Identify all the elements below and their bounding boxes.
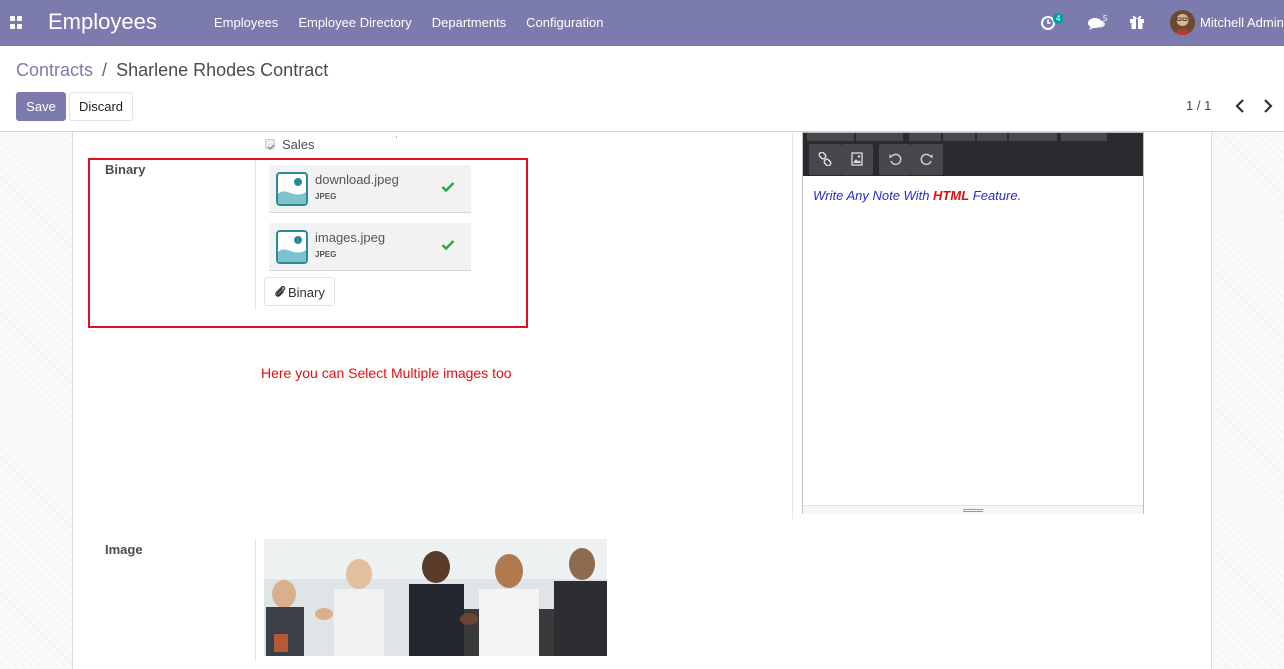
field-separator <box>255 539 256 661</box>
insert-image-button[interactable] <box>841 144 873 175</box>
activity-count-badge: 4 <box>1053 13 1064 24</box>
toolbar-button-partial[interactable] <box>909 133 941 141</box>
menu-item-configuration[interactable]: Configuration <box>516 15 613 30</box>
image-field-preview[interactable] <box>264 539 607 656</box>
toolbar-button-partial[interactable] <box>977 133 1007 141</box>
breadcrumb: Contracts / Sharlene Rhodes Contract <box>16 60 328 81</box>
clipped-field-remnant: , <box>395 132 398 140</box>
user-name[interactable]: Mitchell Admin <box>1200 15 1284 30</box>
apps-menu-icon[interactable] <box>10 16 23 29</box>
editor-note-text[interactable]: Write Any Note With HTML Feature. <box>813 188 1021 203</box>
redo-button[interactable] <box>911 144 943 175</box>
meeting-photo-image <box>264 539 607 656</box>
redo-icon <box>920 153 933 166</box>
form-view-content[interactable]: , Sales Binary download.jpeg JPEG images… <box>0 132 1284 669</box>
save-button[interactable]: Save <box>16 92 66 121</box>
toolbar-button-partial[interactable] <box>856 133 903 141</box>
control-panel: Contracts / Sharlene Rhodes Contract Sav… <box>0 46 1284 132</box>
checkmark-icon <box>267 144 275 150</box>
form-sheet: , Sales Binary download.jpeg JPEG images… <box>72 132 1212 669</box>
breadcrumb-current: Sharlene Rhodes Contract <box>116 60 329 80</box>
toolbar-button-partial[interactable] <box>1061 133 1107 141</box>
gift-icon[interactable] <box>1129 13 1145 31</box>
image-field-label: Image <box>105 542 143 557</box>
menu-item-employees[interactable]: Employees <box>204 15 288 30</box>
breadcrumb-separator: / <box>102 60 108 80</box>
undo-icon <box>889 153 902 166</box>
insert-link-button[interactable] <box>809 144 841 175</box>
note-text-before: Write Any Note With <box>813 188 934 203</box>
top-navbar: Employees Employees Employee Directory D… <box>0 0 1284 46</box>
pager-value[interactable]: 1 / 1 <box>1186 98 1211 113</box>
user-avatar-image <box>1170 10 1195 35</box>
toolbar-button-partial[interactable] <box>1009 133 1057 141</box>
note-text-highlight: HTML <box>933 188 970 203</box>
user-avatar[interactable] <box>1170 10 1195 35</box>
breadcrumb-contracts-link[interactable]: Contracts <box>16 60 93 80</box>
sales-checkbox-label: Sales <box>282 137 315 152</box>
link-icon <box>818 152 832 166</box>
chevron-right-icon[interactable] <box>1260 97 1276 115</box>
toolbar-button-partial[interactable] <box>943 133 975 141</box>
html-note-editor[interactable]: Write Any Note With HTML Feature. <box>802 132 1144 514</box>
editor-resize-handle[interactable] <box>803 505 1143 514</box>
sales-checkbox[interactable] <box>265 139 275 150</box>
discard-button[interactable]: Discard <box>69 92 133 121</box>
annotation-highlight-box <box>88 158 528 328</box>
app-title[interactable]: Employees <box>48 9 157 35</box>
editor-toolbar <box>803 133 1143 176</box>
column-divider <box>792 132 793 519</box>
toolbar-button-partial[interactable] <box>807 133 854 141</box>
chevron-left-icon[interactable] <box>1232 97 1248 115</box>
menu-item-employee-directory[interactable]: Employee Directory <box>288 15 421 30</box>
menu-item-departments[interactable]: Departments <box>422 15 516 30</box>
undo-button[interactable] <box>879 144 911 175</box>
picture-icon <box>851 152 863 166</box>
annotation-text: Here you can Select Multiple images too <box>261 365 512 381</box>
note-text-after: Feature. <box>969 188 1022 203</box>
message-count-badge: 5 <box>1103 14 1108 23</box>
main-menu: Employees Employee Directory Departments… <box>204 15 614 30</box>
